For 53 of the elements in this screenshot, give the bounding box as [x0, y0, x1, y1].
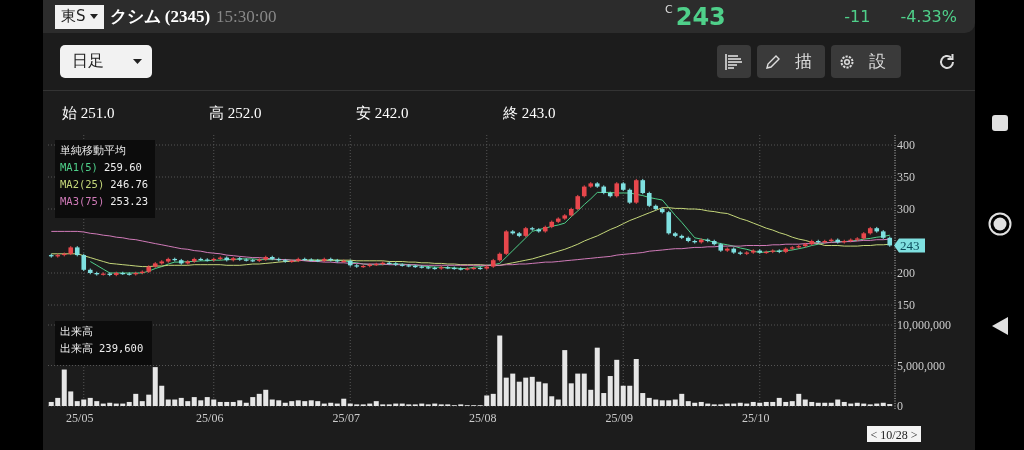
- recents-icon[interactable]: [991, 115, 1008, 132]
- legend-label: MA3(75): [60, 194, 105, 209]
- caret-icon: [133, 59, 142, 64]
- date-badge[interactable]: < 10/28 >: [867, 426, 921, 442]
- legend-label: 出来高: [60, 341, 93, 356]
- period-dropdown[interactable]: 日足: [60, 45, 152, 78]
- axis-label: 150: [897, 298, 915, 312]
- last-price-tag: 243: [894, 238, 925, 253]
- candlestick: [666, 210, 672, 236]
- percent-change: -4.33%: [900, 7, 957, 26]
- ohlc-value: 安 242.0: [356, 103, 410, 123]
- axis-label: 350: [897, 170, 915, 184]
- axis-label: 400: [897, 138, 915, 152]
- caret-icon: [89, 14, 98, 19]
- axis-label: 25/10: [742, 411, 770, 425]
- settings-button[interactable]: 設: [831, 45, 901, 78]
- axis-label: 25/06: [196, 411, 224, 425]
- back-icon[interactable]: [991, 316, 1008, 335]
- price-prefix: C: [665, 3, 673, 16]
- draw-button[interactable]: 描: [757, 45, 825, 78]
- candlestick: [503, 229, 509, 256]
- axis-label: 300: [897, 202, 915, 216]
- pencil-icon: [765, 53, 781, 70]
- home-icon[interactable]: [987, 212, 1012, 236]
- legend-value: 239,600: [99, 341, 144, 356]
- ohlc-value: 始 251.0: [62, 103, 116, 123]
- axis-label: 25/07: [332, 411, 360, 425]
- axis-label: 25/09: [605, 411, 633, 425]
- list-button[interactable]: [717, 45, 751, 78]
- ohlc-value: 高 252.0: [209, 103, 263, 123]
- stock-name: クシム (2345): [109, 6, 211, 28]
- current-price: 243: [675, 2, 726, 31]
- legend-title: 単純移動平均: [60, 143, 127, 159]
- time-text: 15:30:00: [216, 6, 277, 27]
- ohlc-value: 終 243.0: [503, 103, 557, 123]
- refresh-button[interactable]: [937, 51, 957, 72]
- legend-value: 253.23: [110, 194, 149, 209]
- settings-icon: [839, 53, 855, 70]
- legend-title: 出来高: [60, 324, 94, 340]
- axis-label: 5,000,000: [897, 358, 945, 373]
- axis-label: 200: [897, 266, 915, 280]
- legend-value: 246.76: [110, 177, 149, 192]
- legend-label: MA2(25): [60, 177, 105, 192]
- list-icon: [725, 53, 743, 70]
- axis-label: 25/08: [469, 411, 497, 425]
- axis-label: 0: [897, 399, 903, 413]
- legend-label: MA1(5): [60, 160, 98, 175]
- candlestick: [633, 178, 639, 205]
- market-dropdown[interactable]: 東S: [55, 4, 104, 29]
- axis-label: 25/05: [66, 411, 94, 425]
- price-change: -11: [844, 7, 871, 26]
- axis-label: 10,000,000: [897, 318, 951, 332]
- legend-value: 259.60: [103, 160, 142, 175]
